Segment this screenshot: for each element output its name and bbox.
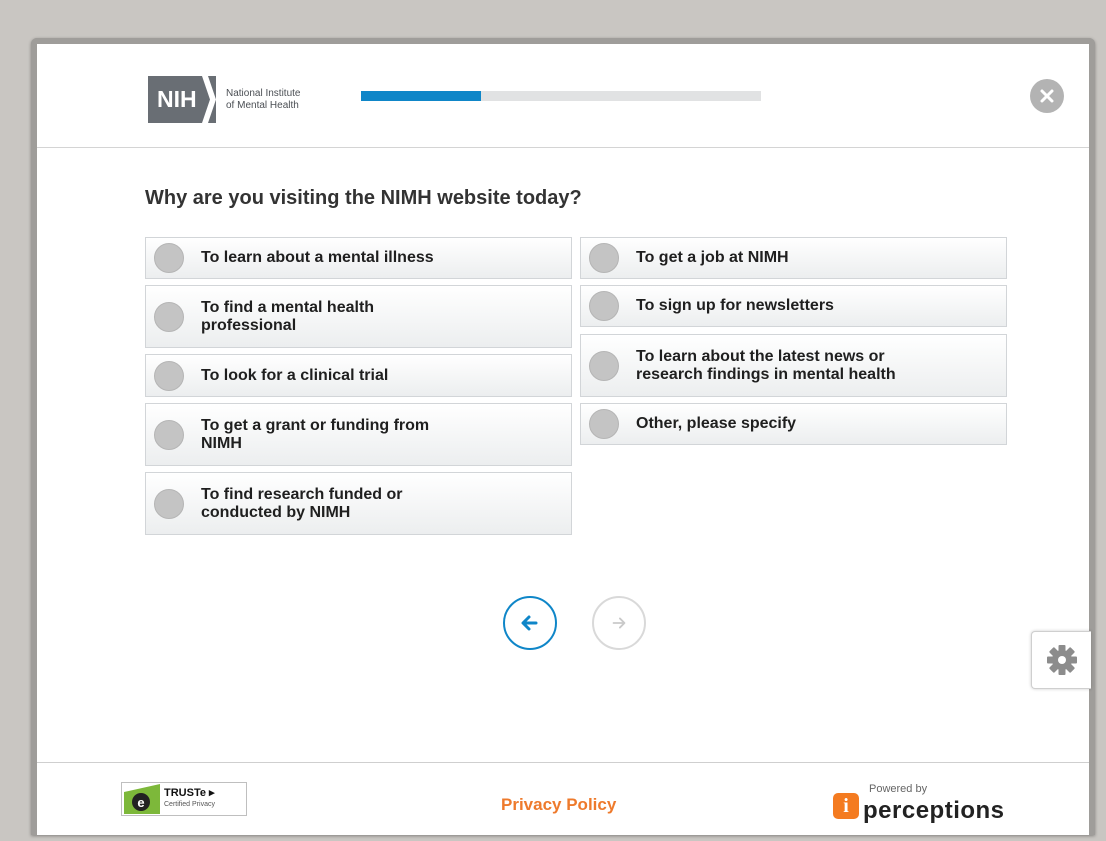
perceptions-i-icon: i (833, 793, 859, 819)
arrow-right-icon (612, 617, 626, 629)
option-label: To learn about the latest news or resear… (636, 347, 896, 383)
truste-brand: TRUSTe ▸ (164, 787, 215, 799)
nih-logo-abbr: NIH (157, 86, 197, 112)
option-clinical-trial[interactable]: To look for a clinical trial (145, 354, 572, 397)
progress-bar (361, 91, 761, 101)
perceptions-logo: i Powered by perceptions (833, 783, 1033, 824)
question-title: Why are you visiting the NIMH website to… (145, 187, 582, 209)
option-newsletters[interactable]: To sign up for newsletters (580, 285, 1007, 327)
nih-logo-name: National Institute of Mental Health (226, 88, 301, 112)
option-label: To find research funded or conducted by … (201, 485, 403, 521)
option-label: To get a job at NIMH (636, 249, 789, 266)
close-icon (1040, 89, 1054, 103)
powered-by-label: Powered by (869, 783, 928, 795)
option-find-research[interactable]: To find research funded or conducted by … (145, 472, 572, 535)
next-button[interactable] (592, 596, 646, 650)
radio-button[interactable] (589, 409, 619, 439)
option-label: To learn about a mental illness (201, 249, 434, 266)
option-find-professional[interactable]: To find a mental health professional (145, 285, 572, 348)
nih-logo-line1: National Institute (226, 87, 301, 99)
truste-seal[interactable]: e TRUSTe ▸ Certified Privacy (121, 782, 247, 816)
radio-button[interactable] (154, 301, 184, 332)
option-grant-funding[interactable]: To get a grant or funding from NIMH (145, 403, 572, 466)
gear-icon (1046, 645, 1077, 675)
radio-button[interactable] (589, 243, 619, 273)
radio-button[interactable] (589, 350, 619, 381)
option-label: To sign up for newsletters (636, 297, 834, 314)
nih-logo: NIH National Institute of Mental Health (148, 76, 301, 123)
privacy-policy-link[interactable]: Privacy Policy (501, 795, 616, 815)
option-label: Other, please specify (636, 415, 797, 432)
nih-logo-line2: of Mental Health (226, 99, 299, 111)
truste-text: TRUSTe ▸ Certified Privacy (164, 788, 215, 810)
survey-footer: e TRUSTe ▸ Certified Privacy Privacy Pol… (37, 762, 1089, 841)
survey-modal: NIH National Institute of Mental Health … (31, 38, 1095, 835)
settings-button[interactable] (1031, 631, 1091, 689)
radio-button[interactable] (154, 488, 184, 519)
back-button[interactable] (503, 596, 557, 650)
option-latest-news[interactable]: To learn about the latest news or resear… (580, 334, 1007, 397)
radio-button[interactable] (154, 243, 184, 273)
nih-logo-mark: NIH (148, 76, 216, 123)
option-learn-mental-illness[interactable]: To learn about a mental illness (145, 237, 572, 279)
arrow-left-icon (521, 615, 538, 631)
truste-logo-icon: e (124, 784, 160, 814)
radio-button[interactable] (154, 360, 184, 391)
close-button[interactable] (1030, 79, 1064, 113)
option-label: To find a mental health professional (201, 298, 375, 334)
perceptions-brand: perceptions (863, 797, 1005, 824)
progress-bar-fill (361, 91, 481, 101)
option-label: To get a grant or funding from NIMH (201, 416, 430, 452)
survey-header: NIH National Institute of Mental Health (37, 44, 1089, 148)
option-label: To look for a clinical trial (201, 366, 389, 384)
option-job-at-nimh[interactable]: To get a job at NIMH (580, 237, 1007, 279)
option-other[interactable]: Other, please specify (580, 403, 1007, 445)
radio-button[interactable] (154, 419, 184, 450)
radio-button[interactable] (589, 291, 619, 321)
truste-subtitle: Certified Privacy (164, 801, 215, 808)
nih-chevron-icon (202, 76, 216, 123)
svg-text:e: e (137, 795, 144, 810)
